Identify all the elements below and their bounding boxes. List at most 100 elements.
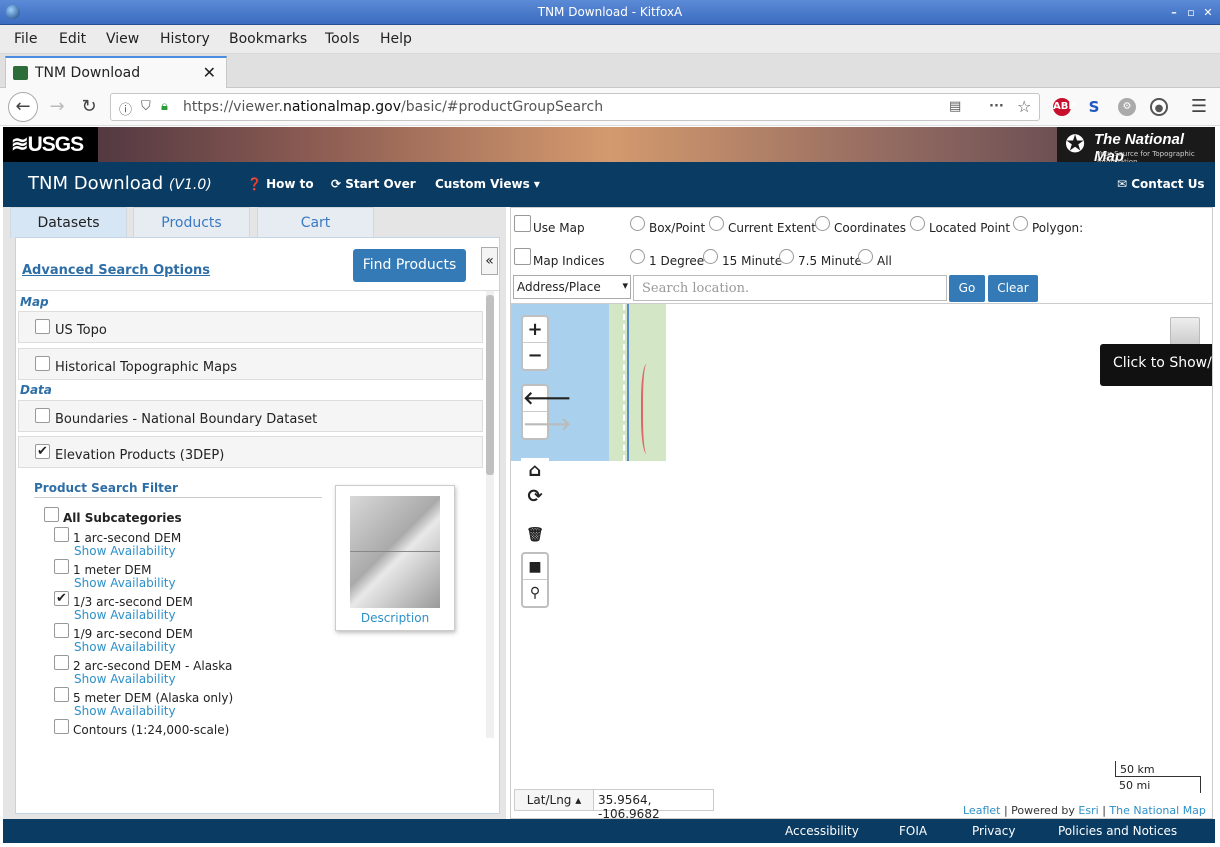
use-map-checkbox[interactable] bbox=[514, 215, 531, 232]
reader-view-icon[interactable]: ▤ bbox=[949, 99, 961, 114]
menu-file[interactable]: File bbox=[14, 31, 37, 47]
tab-close-icon[interactable]: ✕ bbox=[203, 63, 216, 82]
rectangle-draw-icon[interactable]: ■ bbox=[523, 554, 547, 580]
clear-button[interactable]: Clear bbox=[988, 275, 1038, 302]
elevation-checkbox[interactable]: ✔ bbox=[35, 444, 50, 459]
show-availability-link[interactable]: Show Availability bbox=[74, 608, 176, 622]
show-availability-link[interactable]: Show Availability bbox=[74, 544, 176, 558]
current-extent-radio[interactable] bbox=[709, 216, 724, 231]
advanced-search-link[interactable]: Advanced Search Options bbox=[22, 263, 210, 278]
previous-extent-arrow-icon[interactable]: 🡐 bbox=[523, 386, 571, 412]
us-topo-checkbox[interactable] bbox=[35, 319, 50, 334]
menu-edit[interactable]: Edit bbox=[59, 31, 86, 47]
info-icon[interactable]: ⓘ bbox=[119, 99, 132, 118]
footer-privacy-link[interactable]: Privacy bbox=[972, 824, 1015, 838]
leaflet-link[interactable]: Leaflet bbox=[963, 804, 1000, 817]
polygon-radio[interactable] bbox=[1013, 216, 1028, 231]
more-actions-icon[interactable]: ··· bbox=[989, 99, 1004, 114]
product-search-filter-title: Product Search Filter bbox=[34, 481, 178, 495]
marker-draw-icon[interactable]: ⚲ bbox=[523, 580, 547, 606]
custom-views-dropdown[interactable]: Custom Views ▾ bbox=[435, 177, 540, 191]
subcat-checkbox[interactable] bbox=[54, 623, 69, 638]
footer-foia-link[interactable]: FOIA bbox=[899, 824, 927, 838]
hamburger-menu-icon[interactable]: ☰ bbox=[1186, 94, 1212, 120]
zoom-in-button[interactable]: + bbox=[523, 317, 547, 343]
collapse-panel-icon[interactable]: « bbox=[481, 247, 498, 275]
extension-gear-icon[interactable]: ⚙ bbox=[1118, 98, 1136, 116]
dataset-boundaries[interactable]: Boundaries - National Boundary Dataset bbox=[18, 400, 483, 432]
forward-arrow-icon[interactable]: → bbox=[44, 94, 70, 120]
one-degree-radio[interactable] bbox=[630, 249, 645, 264]
description-link[interactable]: Description bbox=[336, 611, 454, 625]
historical-topo-checkbox[interactable] bbox=[35, 356, 50, 371]
footer-accessibility-link[interactable]: Accessibility bbox=[785, 824, 859, 838]
layers-icon[interactable] bbox=[1170, 317, 1200, 345]
map-canvas[interactable]: + − 🡐 🡒 ⌂ ⟳ 🗑︎ ■ ⚲ Click to Show/Hide 50… bbox=[511, 303, 1212, 818]
back-arrow-icon[interactable]: ← bbox=[8, 92, 38, 122]
boundaries-checkbox[interactable] bbox=[35, 408, 50, 423]
refresh-icon[interactable]: ⟳ bbox=[521, 484, 549, 510]
all-radio[interactable] bbox=[858, 249, 873, 264]
seven-half-minute-radio[interactable] bbox=[779, 249, 794, 264]
trash-icon[interactable]: 🗑︎ bbox=[521, 522, 549, 548]
show-availability-link[interactable]: Show Availability bbox=[74, 672, 176, 686]
bookmark-star-icon[interactable]: ☆ bbox=[1017, 97, 1031, 116]
map-indices-checkbox[interactable] bbox=[514, 248, 531, 265]
home-icon[interactable]: ⌂ bbox=[521, 458, 549, 484]
located-point-radio[interactable] bbox=[910, 216, 925, 231]
account-icon[interactable]: ● bbox=[1150, 98, 1168, 116]
tab-cart[interactable]: Cart bbox=[257, 207, 374, 238]
esri-link[interactable]: Esri bbox=[1078, 804, 1098, 817]
show-availability-link[interactable]: Show Availability bbox=[74, 576, 176, 590]
menu-bookmarks[interactable]: Bookmarks bbox=[229, 31, 307, 47]
national-map-logo[interactable]: ✪ The National Map Your Source for Topog… bbox=[1057, 127, 1215, 162]
show-availability-link[interactable]: Show Availability bbox=[74, 704, 176, 718]
zoom-out-button[interactable]: − bbox=[523, 343, 547, 369]
footer-policies-link[interactable]: Policies and Notices bbox=[1058, 824, 1177, 838]
how-to-link[interactable]: ❓ How to bbox=[247, 177, 314, 191]
menu-history[interactable]: History bbox=[160, 31, 210, 47]
all-subcategories-checkbox[interactable] bbox=[44, 507, 59, 522]
subcat-checkbox[interactable] bbox=[54, 719, 69, 734]
contact-us-link[interactable]: ✉ Contact Us bbox=[1117, 177, 1205, 191]
search-type-select[interactable]: Address/Place bbox=[513, 275, 631, 299]
fifteen-minute-radio[interactable] bbox=[703, 249, 718, 264]
tab-products[interactable]: Products bbox=[133, 207, 250, 238]
show-availability-link[interactable]: Show Availability bbox=[74, 640, 176, 654]
subcat-checkbox[interactable] bbox=[54, 559, 69, 574]
maximize-icon[interactable]: ▫ bbox=[1182, 0, 1200, 25]
tab-strip: TNM Download ✕ bbox=[0, 54, 1220, 88]
search-location-input[interactable]: Search location. bbox=[633, 275, 947, 301]
adblock-icon[interactable]: ABP bbox=[1053, 98, 1076, 116]
browser-tab[interactable]: TNM Download ✕ bbox=[5, 56, 227, 88]
usgs-logo[interactable]: ≋USGS bbox=[3, 127, 98, 162]
menu-tools[interactable]: Tools bbox=[325, 31, 360, 47]
menu-help[interactable]: Help bbox=[380, 31, 412, 47]
subcat-checkbox[interactable] bbox=[54, 655, 69, 670]
url-bar[interactable]: ⓘ ⛉ 🔒︎ https://viewer.nationalmap.gov/ba… bbox=[110, 93, 1040, 121]
subcat-checkbox[interactable] bbox=[54, 687, 69, 702]
star-logo-icon: ✪ bbox=[1065, 130, 1086, 158]
lat-lng-toggle-button[interactable]: Lat/Lng ▴ bbox=[515, 790, 594, 810]
close-icon[interactable]: ✕ bbox=[1199, 0, 1217, 25]
start-over-link[interactable]: ⟳ Start Over bbox=[331, 177, 416, 191]
go-button[interactable]: Go bbox=[949, 275, 985, 302]
subcat-checkbox[interactable]: ✔ bbox=[54, 591, 69, 606]
box-point-radio[interactable] bbox=[630, 216, 645, 231]
dataset-historical-topo[interactable]: Historical Topographic Maps bbox=[18, 348, 483, 380]
home-control: ⌂ ⟳ bbox=[521, 458, 549, 510]
minimize-icon[interactable]: – bbox=[1165, 0, 1183, 25]
coordinates-radio[interactable] bbox=[815, 216, 830, 231]
dataset-elevation[interactable]: ✔ Elevation Products (3DEP) bbox=[18, 436, 483, 468]
menu-view[interactable]: View bbox=[106, 31, 139, 47]
find-products-button[interactable]: Find Products bbox=[353, 249, 466, 282]
shield-icon[interactable]: ⛉ bbox=[141, 99, 151, 114]
subcat-checkbox[interactable] bbox=[54, 527, 69, 542]
next-extent-arrow-icon[interactable]: 🡒 bbox=[523, 412, 571, 438]
dataset-us-topo[interactable]: US Topo bbox=[18, 311, 483, 343]
scrollbar-thumb[interactable] bbox=[486, 295, 494, 475]
reload-icon[interactable]: ↻ bbox=[76, 94, 102, 120]
national-map-link[interactable]: The National Map bbox=[1109, 804, 1206, 817]
tab-datasets[interactable]: Datasets bbox=[10, 207, 127, 238]
s-extension-icon[interactable]: S bbox=[1085, 98, 1103, 116]
